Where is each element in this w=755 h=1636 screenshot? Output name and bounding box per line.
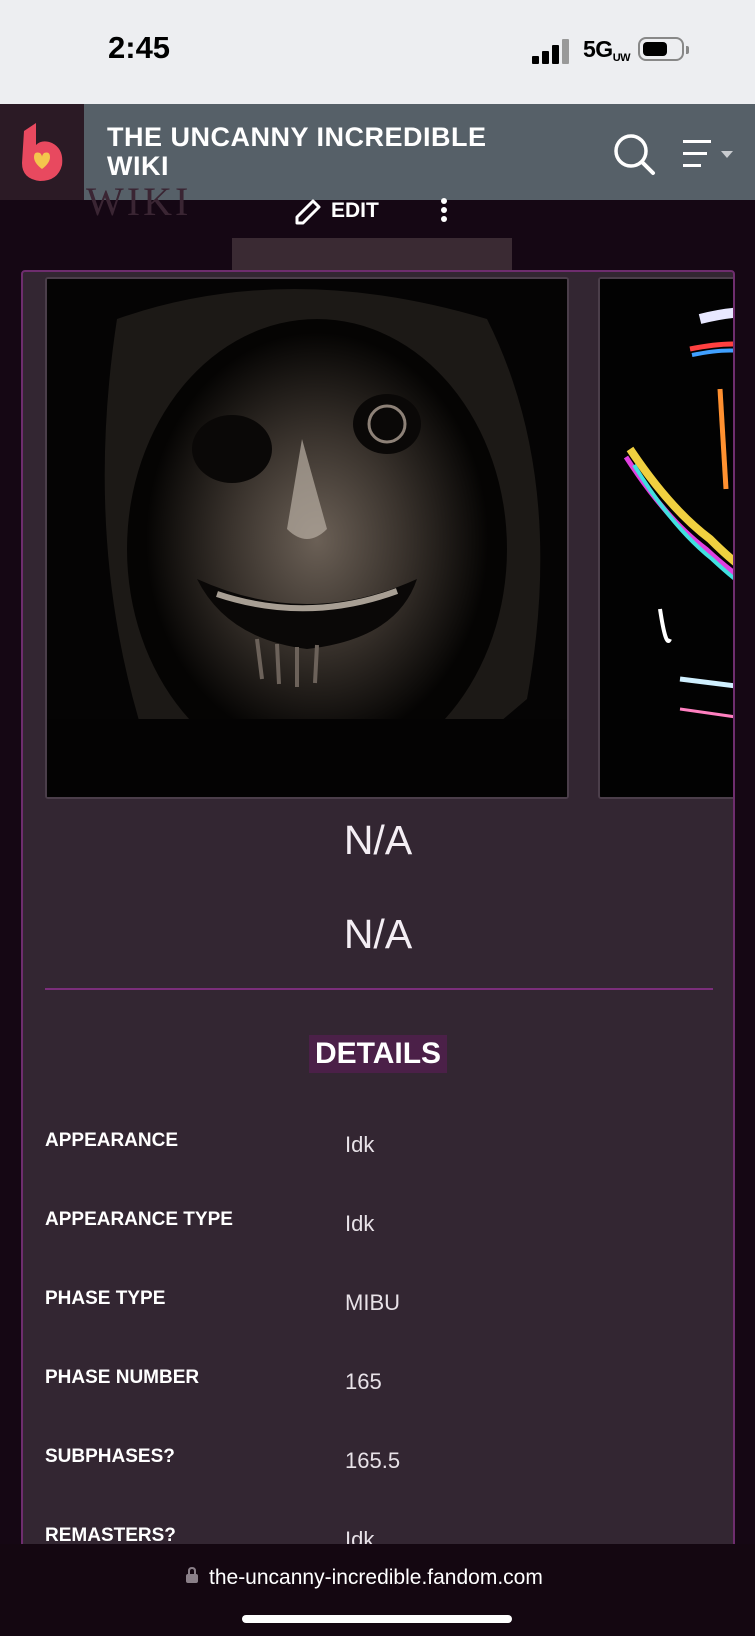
row-value: MIBU: [345, 1290, 400, 1315]
fandom-flame-icon: [22, 123, 63, 181]
battery-icon: [638, 37, 689, 61]
row-value: Idk: [345, 1132, 375, 1157]
fandom-logo[interactable]: [0, 104, 84, 200]
character-image-2[interactable]: [598, 277, 733, 799]
signal-icon: [532, 38, 572, 64]
infobox: N/A N/A DETAILS APPEARANCE Idk APPEARANC…: [21, 270, 735, 1560]
search-icon[interactable]: [612, 132, 656, 176]
infobox-row: APPEARANCE TYPE Idk: [45, 1209, 725, 1249]
row-label: APPEARANCE: [45, 1130, 179, 1151]
row-label: APPEARANCE TYPE: [45, 1209, 233, 1230]
row-value: 165: [345, 1369, 382, 1394]
home-indicator[interactable]: [242, 1615, 512, 1623]
faded-banner: [232, 238, 512, 270]
row-label: PHASE NUMBER: [45, 1367, 200, 1388]
infobox-row: PHASE NUMBER 165: [45, 1367, 725, 1407]
wiki-title[interactable]: THE UNCANNY INCREDIBLE WIKI: [107, 123, 527, 181]
browser-url-bar[interactable]: the-uncanny-incredible.fandom.com: [0, 1544, 755, 1636]
row-value: Idk: [345, 1211, 375, 1236]
infobox-row: SUBPHASES? 165.5: [45, 1446, 725, 1486]
glitch-image: [600, 279, 733, 797]
creepy-face-image: [47, 279, 567, 797]
image-caption: N/A: [343, 817, 413, 863]
details-heading: DETAILS: [23, 1035, 733, 1073]
row-label: PHASE TYPE: [45, 1288, 166, 1309]
section-divider: [45, 988, 713, 990]
faded-page-header-text: WIKI: [86, 179, 192, 224]
status-bar: 2:45 5GUW: [0, 0, 755, 104]
lock-icon: [186, 1567, 198, 1583]
image-subcaption: N/A: [343, 911, 413, 957]
row-label: SUBPHASES?: [45, 1446, 175, 1467]
edit-label: EDIT: [331, 199, 379, 222]
network-indicator: 5GUW: [583, 36, 631, 64]
infobox-row: APPEARANCE Idk: [45, 1130, 725, 1170]
more-options-icon[interactable]: [436, 198, 452, 224]
row-value: 165.5: [345, 1448, 401, 1473]
url-text[interactable]: the-uncanny-incredible.fandom.com: [209, 1566, 543, 1590]
infobox-row: PHASE TYPE MIBU: [45, 1288, 725, 1328]
menu-icon[interactable]: [683, 138, 743, 170]
clock: 2:45: [108, 30, 171, 65]
pencil-icon: [295, 199, 321, 225]
edit-button[interactable]: EDIT: [293, 196, 379, 226]
character-image[interactable]: [45, 277, 569, 799]
